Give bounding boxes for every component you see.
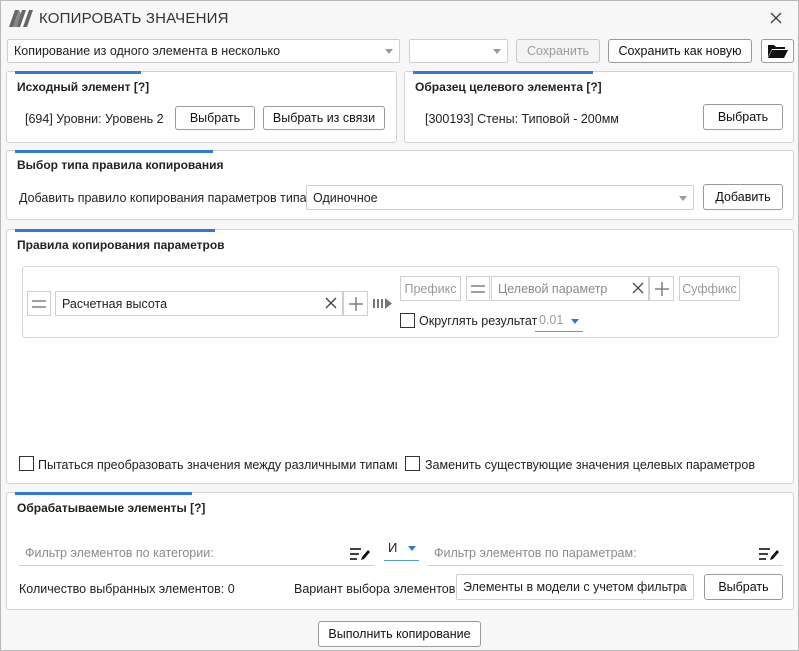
drag-handle-icon <box>471 284 485 293</box>
window-title: КОПИРОВАТЬ ЗНАЧЕНИЯ <box>39 10 229 27</box>
rule-type-value: Одиночное <box>313 190 378 205</box>
target-drag-handle[interactable] <box>466 276 490 301</box>
replace-values-label: Заменить существующие значения целевых п… <box>425 458 755 472</box>
source-parameter-field[interactable]: Расчетная высота <box>55 291 343 316</box>
folder-open-icon <box>767 45 788 58</box>
round-result-checkbox[interactable] <box>400 313 415 328</box>
source-element-title[interactable]: Исходный элемент [?] <box>17 80 149 94</box>
prefix-field[interactable]: Префикс <box>400 276 461 301</box>
parameter-filter-input[interactable]: Фильтр элементов по параметрам: <box>428 541 783 566</box>
clear-icon[interactable] <box>632 282 644 294</box>
source-element-value: [694] Уровни: Уровень 2 <box>25 112 164 126</box>
source-select-button[interactable]: Выбрать <box>175 106 255 130</box>
source-element-panel: Исходный элемент [?] [694] Уровни: Урове… <box>6 71 397 143</box>
chevron-down-icon <box>408 546 416 551</box>
save-as-new-button[interactable]: Сохранить как новую <box>608 39 752 63</box>
add-source-parameter-button[interactable] <box>343 291 368 316</box>
copy-rules-title: Правила копирования параметров <box>17 238 225 252</box>
target-element-title[interactable]: Образец целевого элемента [?] <box>415 80 602 94</box>
processed-select-button[interactable]: Выбрать <box>704 574 783 600</box>
processed-elements-panel: Обрабатываемые элементы [?] Фильтр элеме… <box>6 492 794 610</box>
drag-handle-icon <box>32 299 46 308</box>
convert-types-label: Пытаться преобразовать значения между ра… <box>38 458 397 472</box>
copy-rule-row: Расчетная высота Префикс Целевой парамет… <box>22 266 779 338</box>
panel-accent <box>15 229 215 232</box>
app-window: КОПИРОВАТЬ ЗНАЧЕНИЯ Копирование из одног… <box>0 0 799 651</box>
copy-mode-select[interactable]: Копирование из одного элемента в несколь… <box>7 39 400 63</box>
selection-variant-select[interactable]: Элементы в модели с учетом фильтра <box>456 574 694 600</box>
chevron-down-icon <box>571 319 579 324</box>
panel-accent <box>15 71 141 74</box>
app-logo-icon <box>9 10 33 27</box>
panel-accent <box>15 150 213 153</box>
save-button[interactable]: Сохранить <box>516 39 600 63</box>
close-icon[interactable] <box>767 9 785 27</box>
plus-icon <box>654 281 669 296</box>
panel-accent <box>413 71 593 74</box>
round-precision-value: 0.01 <box>539 313 564 327</box>
target-element-panel: Образец целевого элемента [?] [300193] С… <box>404 71 794 143</box>
category-filter-input[interactable]: Фильтр элементов по категории: <box>19 541 374 566</box>
source-select-link-button[interactable]: Выбрать из связи <box>263 106 385 130</box>
edit-filter-icon[interactable] <box>350 546 370 562</box>
preset-select[interactable] <box>409 39 508 63</box>
title-bar: КОПИРОВАТЬ ЗНАЧЕНИЯ <box>1 1 798 35</box>
chevron-down-icon <box>385 49 393 54</box>
rule-type-title: Выбор типа правила копирования <box>17 158 224 172</box>
chevron-down-icon <box>679 195 687 201</box>
rule-type-panel: Выбор типа правила копирования Добавить … <box>6 150 794 220</box>
convert-types-checkbox[interactable] <box>19 456 34 471</box>
open-folder-button[interactable] <box>761 39 794 63</box>
suffix-placeholder: Суффикс <box>682 281 737 296</box>
arrow-right-icon <box>373 298 392 309</box>
target-select-button[interactable]: Выбрать <box>703 104 783 130</box>
prefix-placeholder: Префикс <box>404 281 457 296</box>
chevron-down-icon <box>679 585 687 590</box>
plus-icon <box>348 296 363 311</box>
rule-type-label: Добавить правило копирования параметров … <box>19 191 311 205</box>
run-copy-button[interactable]: Выполнить копирование <box>318 621 481 647</box>
edit-filter-icon[interactable] <box>759 546 779 562</box>
selection-variant-label: Вариант выбора элементов: <box>294 582 459 596</box>
target-element-value: [300193] Стены: Типовой - 200мм <box>425 112 619 126</box>
parameter-filter-placeholder: Фильтр элементов по параметрам: <box>434 546 637 560</box>
chevron-down-icon <box>493 49 501 54</box>
replace-values-checkbox[interactable] <box>405 456 420 471</box>
panel-accent <box>15 492 192 495</box>
rule-type-select[interactable]: Одиночное <box>306 185 694 210</box>
suffix-field[interactable]: Суффикс <box>679 276 740 301</box>
drag-handle[interactable] <box>27 291 51 316</box>
target-parameter-placeholder: Целевой параметр <box>498 281 608 296</box>
selection-variant-value: Элементы в модели с учетом фильтра <box>463 580 687 594</box>
add-rule-button[interactable]: Добавить <box>703 184 783 210</box>
category-filter-placeholder: Фильтр элементов по категории: <box>25 546 214 560</box>
target-parameter-field[interactable]: Целевой параметр <box>491 276 649 301</box>
clear-icon[interactable] <box>325 297 337 309</box>
round-result-label: Округлять результат <box>419 314 538 328</box>
selected-count-label: Количество выбранных элементов: 0 <box>19 582 235 596</box>
copy-mode-value: Копирование из одного элемента в несколь… <box>14 44 281 58</box>
logic-operator-select[interactable]: И <box>384 537 419 561</box>
add-target-parameter-button[interactable] <box>649 276 674 301</box>
processed-elements-title[interactable]: Обрабатываемые элементы [?] <box>17 501 205 515</box>
copy-rules-panel: Правила копирования параметров Расчетная… <box>6 229 794 484</box>
round-precision-select[interactable]: 0.01 <box>535 310 583 332</box>
source-parameter-value: Расчетная высота <box>62 296 168 311</box>
logic-operator-value: И <box>388 540 398 555</box>
